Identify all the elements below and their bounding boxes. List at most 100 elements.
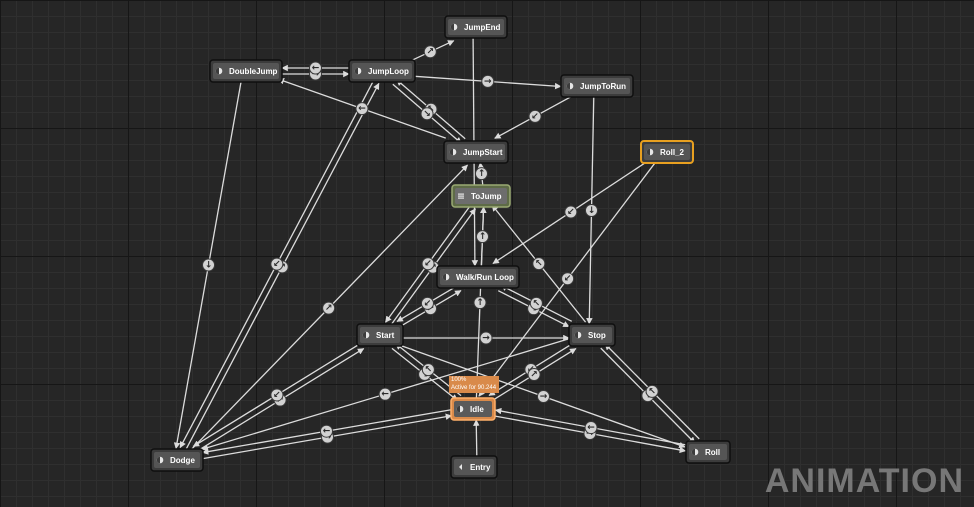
state-node-roll[interactable]: Roll [685,440,731,464]
svg-text:→: → [484,77,492,87]
svg-text:↖: ↖ [425,365,433,375]
transition-rule-walkrun-to-start[interactable]: ↙ [420,296,434,310]
transition-rule-jumptorun-to-jumpstart[interactable]: ↙ [528,109,542,123]
state-node-roll-2[interactable]: Roll_2 [640,140,694,164]
svg-text:↙: ↙ [424,259,432,269]
state-icon [215,67,223,75]
transition-rule-jumpstart-to-doublejump[interactable]: ← [355,102,369,116]
active-state-badge: 100% Active for 90.244 [449,376,499,393]
transition-rule-idle-to-start[interactable]: ↖ [421,363,435,377]
transition-rule-dodge-to-jumpstart[interactable]: ↗ [322,301,336,315]
transition-rule-stop-to-walkrun[interactable]: ↖ [529,296,543,310]
svg-text:←: ← [587,423,595,433]
transition-rule-idle-to-dodge[interactable]: ← [319,424,333,438]
state-node-doublejump[interactable]: DoubleJump [209,59,283,83]
state-icon [354,67,362,75]
active-percent: 100% [451,377,467,383]
state-node-dodge[interactable]: Dodge [150,448,204,472]
watermark: ANIMATION [764,462,964,500]
state-label: Idle [470,405,484,414]
state-node-jumptorun[interactable]: JumpToRun [560,74,634,98]
transition-rule-buttons: →←↗→↓↙←↖↘↑↑↑↗↙↖↙↙↓↘↖↗↙→↘↖↙↗↘↖→←→→←↗↙↗↙↓↗… [202,45,659,444]
transition-edges [173,38,700,460]
state-icon [156,456,164,464]
transition-rule-jumploop-to-jumpend[interactable]: ↗ [423,45,437,59]
state-node-walkrun[interactable]: Walk/Run Loop [436,265,520,289]
svg-text:↑: ↑ [478,169,486,179]
state-icon [566,82,574,90]
svg-text:↙: ↙ [273,390,281,400]
svg-text:↖: ↖ [648,387,656,397]
transition-rule-tojump-to-jumpstart[interactable]: ↑ [474,167,488,181]
state-icon [362,331,370,339]
transition-rule-jumploop-to-jumpstart[interactable]: ↘ [420,107,434,121]
state-label: JumpEnd [464,23,501,32]
state-icon [646,148,654,156]
state-node-jumpend[interactable]: JumpEnd [444,15,508,39]
state-label: DoubleJump [229,67,278,76]
transition-rule-stop-to-dodge[interactable]: ← [378,387,392,401]
svg-text:↖: ↖ [533,299,541,309]
transition-rule-jumploop-to-doublejump[interactable]: ← [309,61,322,75]
svg-text:↗: ↗ [426,47,434,57]
state-label: Walk/Run Loop [456,273,514,282]
transition-rule-jumploop-to-dodge[interactable]: ↙ [270,257,284,271]
svg-text:←: ← [381,390,389,400]
svg-text:↙: ↙ [531,112,539,122]
transition-rule-jumptorun-to-stop[interactable]: ↓ [585,203,599,217]
transition-rule-start-to-roll[interactable]: → [536,390,550,404]
state-label: JumpToRun [580,82,626,91]
svg-text:↖: ↖ [535,259,543,269]
state-node-idle[interactable]: Idle [450,397,496,421]
active-duration: Active for 90.244 [451,385,497,391]
state-icon [456,405,464,413]
state-icon [450,23,458,31]
state-label: Roll_2 [660,148,685,157]
state-label: Roll [705,448,720,457]
state-label: JumpStart [463,148,503,157]
state-icon [691,448,699,456]
svg-text:←: ← [358,104,366,114]
state-node-entry[interactable]: Entry [450,455,498,479]
svg-text:←: ← [323,427,331,437]
svg-text:↓: ↓ [588,206,596,216]
svg-text:↙: ↙ [424,299,432,309]
state-label: Stop [588,331,606,340]
state-label: Entry [470,463,491,472]
svg-text:←: ← [312,64,320,74]
state-machine-graph[interactable]: →←↗→↓↙←↖↘↑↑↑↗↙↖↙↙↓↘↖↗↙→↘↖↙↗↘↖→←→→←↗↙↗↙↓↗… [0,0,974,507]
transition-rule-roll-2-to-idle[interactable]: ↙ [561,272,575,286]
transition-rule-tojump-to-start[interactable]: ↙ [421,257,435,271]
state-label: Start [376,331,395,340]
transition-rule-jumploop-to-jumptorun[interactable]: → [481,74,495,88]
svg-text:↗: ↗ [325,304,333,314]
transition-rule-roll-to-idle[interactable]: ← [584,421,598,435]
transition-rule-roll-to-stop[interactable]: ↖ [645,384,659,398]
state-icon [442,273,450,281]
state-label: ToJump [471,192,502,201]
transition-entry-to-idle[interactable] [473,419,480,456]
svg-text:→: → [540,392,548,402]
svg-text:↓: ↓ [205,260,213,270]
state-node-start[interactable]: Start [356,323,404,347]
conduit-icon [458,193,464,199]
svg-text:↑: ↑ [479,232,487,242]
transition-rule-doublejump-to-dodge[interactable]: ↓ [202,258,216,272]
transition-rule-start-to-dodge[interactable]: ↙ [270,388,284,402]
transition-rule-stop-to-tojump[interactable]: ↖ [532,257,546,271]
transition-rule-idle-to-tojump[interactable]: ↑ [473,296,487,310]
svg-text:↙: ↙ [564,274,572,284]
state-node-stop[interactable]: Stop [568,323,616,347]
svg-text:↙: ↙ [567,207,575,217]
transition-rule-idle-to-stop[interactable]: ↗ [527,368,541,382]
transition-rule-start-to-stop[interactable]: → [479,331,493,345]
state-icon [574,331,582,339]
state-node-tojump[interactable]: ToJump [451,184,511,208]
transition-rule-walkrun-to-tojump[interactable]: ↑ [475,230,489,244]
transition-rule-roll-2-to-walkrun[interactable]: ↙ [564,205,578,219]
state-node-jumpstart[interactable]: JumpStart [443,140,509,164]
svg-text:↙: ↙ [273,260,281,270]
state-node-jumploop[interactable]: JumpLoop [348,59,416,83]
svg-text:→: → [482,334,490,344]
svg-text:↘: ↘ [423,109,431,119]
